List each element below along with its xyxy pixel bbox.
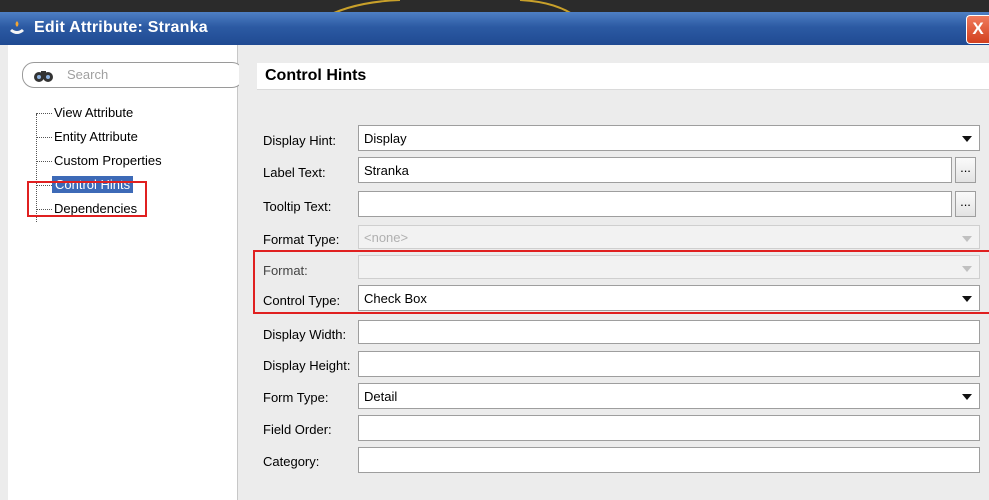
binoculars-icon [34,71,53,82]
format-type-label: Format Type: [263,232,340,247]
label-text-input[interactable]: Stranka [358,157,952,183]
form-type-value: Detail [364,389,398,404]
tooltip-text-input[interactable] [358,191,952,217]
close-icon: X [972,19,984,38]
highlight-box-control-type [253,250,989,314]
label-text-label: Label Text: [263,165,326,180]
display-hint-select[interactable]: Display [358,125,980,151]
chevron-down-icon [962,394,972,400]
category-input[interactable] [358,447,980,473]
format-type-select[interactable]: <none> [358,225,980,249]
tooltip-text-label: Tooltip Text: [263,199,332,214]
highlight-box-nav [27,181,147,217]
format-type-value: <none> [364,230,409,245]
label-text-value: Stranka [364,163,409,178]
display-height-input[interactable] [358,351,980,377]
form-type-label: Form Type: [263,390,329,405]
close-button[interactable]: X [966,15,989,44]
section-title: Control Hints [265,67,367,84]
chevron-down-icon [962,136,972,142]
display-hint-value: Display [364,131,407,146]
app-icon [10,21,24,34]
display-width-input[interactable] [358,320,980,344]
search-input[interactable]: Search [22,62,244,88]
title-bar[interactable]: Edit Attribute: Stranka X [0,12,989,45]
label-text-browse-button[interactable]: ... [955,157,976,183]
section-header: Control Hints [257,63,989,90]
field-order-input[interactable] [358,415,980,441]
search-placeholder: Search [67,67,109,82]
chevron-down-icon [962,236,972,242]
window-title: Edit Attribute: Stranka [34,19,208,36]
display-height-label: Display Height: [263,358,351,373]
form-type-select[interactable]: Detail [358,383,980,409]
display-width-label: Display Width: [263,327,347,342]
field-order-label: Field Order: [263,422,332,437]
display-hint-label: Display Hint: [263,133,336,148]
tooltip-text-browse-button[interactable]: ... [955,191,976,217]
category-label: Category: [263,454,320,469]
